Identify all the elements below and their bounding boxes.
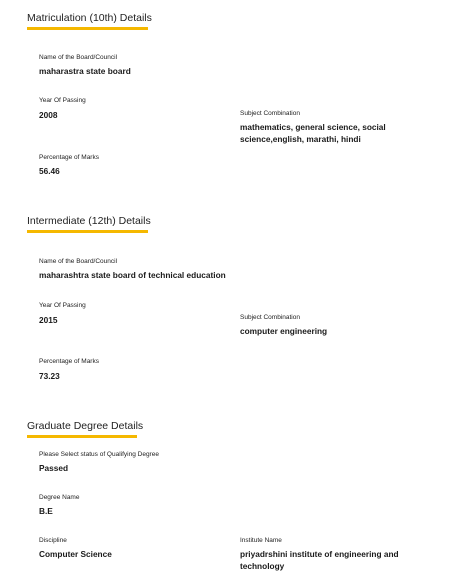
grad-degree-label: Degree Name [39,494,80,501]
inter-subject-value: computer engineering [240,326,328,336]
inter-percentage-label: Percentage of Marks [39,358,99,365]
grad-discipline-label: Discipline [39,537,67,544]
matriculation-section-title: Matriculation (10th) Details [27,12,152,24]
inter-board-label: Name of the Board/Council [39,258,118,265]
matric-percentage-label: Percentage of Marks [39,154,99,161]
grad-degree-value: B.E [39,506,53,516]
matric-year-value: 2008 [39,110,58,120]
intermediate-section-title: Intermediate (12th) Details [27,215,151,227]
matriculation-title-underline [27,27,148,30]
matric-subject-value: mathematics, general science, social sci… [240,122,386,144]
graduate-section-title: Graduate Degree Details [27,420,144,432]
inter-year-label: Year Of Passing [39,302,86,309]
matric-board-value: maharastra state board [39,66,131,76]
grad-status-value: Passed [39,463,69,473]
matric-board-label: Name of the Board/Council [39,54,118,61]
inter-board-value: maharashtra state board of technical edu… [39,270,226,280]
intermediate-title-underline [27,230,148,233]
matric-subject-label: Subject Combination [240,110,300,117]
graduate-title-underline [27,435,137,438]
grad-institute-label: Institute Name [240,537,282,544]
grad-status-label: Please Select status of Qualifying Degre… [39,451,159,458]
grad-discipline-value: Computer Science [39,549,112,559]
matric-percentage-value: 56.46 [39,166,60,176]
inter-percentage-value: 73.23 [39,371,60,381]
inter-subject-label: Subject Combination [240,314,300,321]
matric-year-label: Year Of Passing [39,97,86,104]
inter-year-value: 2015 [39,315,58,325]
grad-institute-value: priyadrshini institute of engineering an… [240,549,399,571]
